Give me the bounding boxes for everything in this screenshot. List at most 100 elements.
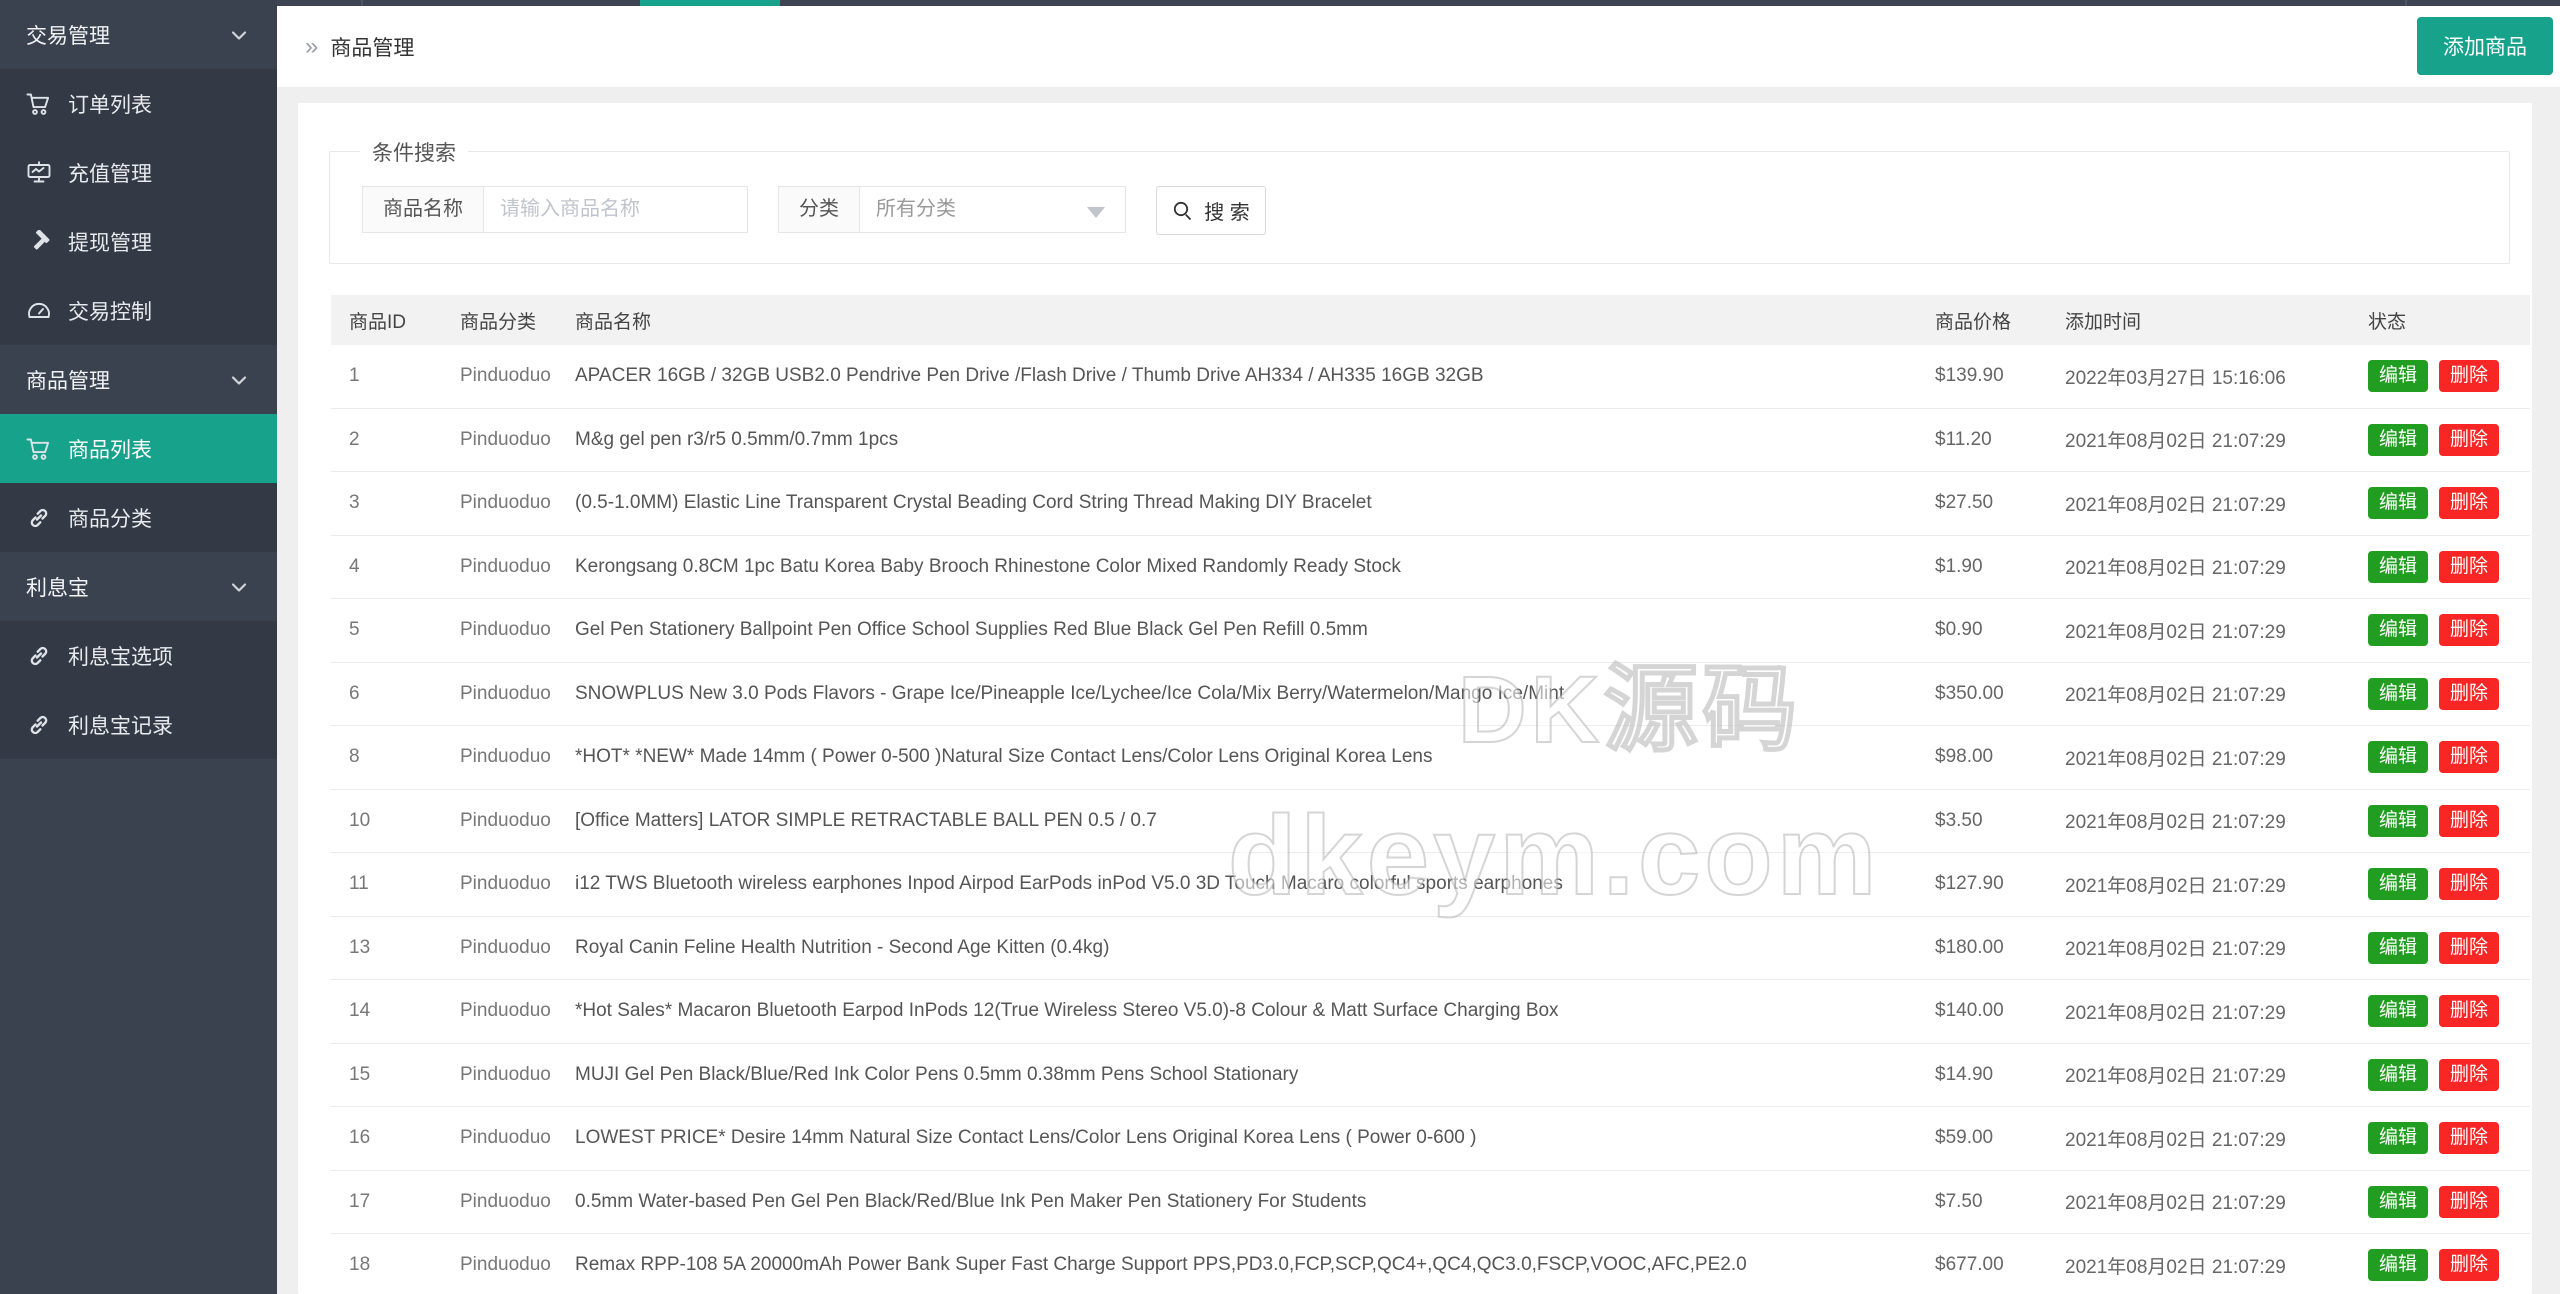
edit-button[interactable]: 编辑 [2368,1186,2428,1218]
edit-button[interactable]: 编辑 [2368,868,2428,900]
cell-product-id: 5 [331,619,442,641]
delete-button[interactable]: 删除 [2439,551,2499,583]
delete-button[interactable]: 删除 [2439,614,2499,646]
edit-button[interactable]: 编辑 [2368,360,2428,392]
cell-name: Gel Pen Stationery Ballpoint Pen Office … [557,619,1917,641]
search-fieldset: 条件搜索 商品名称 分类 所有分类 搜 索 [329,151,2510,264]
cell-time: 2021年08月02日 21:07:29 [2047,807,2352,834]
delete-button[interactable]: 删除 [2439,805,2499,837]
filter-row: 商品名称 分类 所有分类 搜 索 [362,186,1266,235]
cell-category: Pinduoduo [442,810,557,832]
edit-button[interactable]: 编辑 [2368,995,2428,1027]
category-select[interactable]: 所有分类 [860,186,1126,233]
cell-name: *HOT* *NEW* Made 14mm ( Power 0-500 )Nat… [557,746,1917,768]
cell-category: Pinduoduo [442,365,557,387]
table-header-row: 商品ID 商品分类 商品名称 商品价格 添加时间 状态 [331,295,2530,345]
cell-actions: 编辑 删除 [2352,487,2530,519]
delete-button[interactable]: 删除 [2439,678,2499,710]
cell-product-id: 15 [331,1064,442,1086]
cell-category: Pinduoduo [442,1254,557,1276]
edit-button[interactable]: 编辑 [2368,805,2428,837]
sidebar-item-3[interactable]: 提现管理 [0,207,277,276]
sidebar-item-label: 提现管理 [68,227,152,257]
col-header-product-id: 商品ID [331,307,442,334]
sidebar-item-6[interactable]: 商品列表 [0,414,277,483]
cell-name: Kerongsang 0.8CM 1pc Batu Korea Baby Bro… [557,556,1917,578]
app-window: 交易管理订单列表充值管理提现管理交易控制商品管理商品列表商品分类利息宝利息宝选项… [0,0,2560,1294]
delete-button[interactable]: 删除 [2439,741,2499,773]
search-button-label: 搜 索 [1204,196,1250,225]
delete-button[interactable]: 删除 [2439,424,2499,456]
sidebar-item-9[interactable]: 利息宝选项 [0,621,277,690]
sidebar-group-0[interactable]: 交易管理 [0,0,277,69]
cell-time: 2021年08月02日 21:07:29 [2047,744,2352,771]
sidebar-item-10[interactable]: 利息宝记录 [0,690,277,759]
delete-button[interactable]: 删除 [2439,1059,2499,1091]
search-button[interactable]: 搜 索 [1156,186,1266,235]
sidebar-item-2[interactable]: 充值管理 [0,138,277,207]
cell-time: 2022年03月27日 15:16:06 [2047,363,2352,390]
cell-name: i12 TWS Bluetooth wireless earphones Inp… [557,873,1917,895]
cell-product-id: 1 [331,365,442,387]
cell-actions: 编辑 删除 [2352,805,2530,837]
product-name-input[interactable] [484,186,748,233]
delete-button[interactable]: 删除 [2439,487,2499,519]
table-row: 1 Pinduoduo APACER 16GB / 32GB USB2.0 Pe… [331,345,2530,409]
cart-icon [26,92,52,116]
cell-actions: 编辑 删除 [2352,360,2530,392]
edit-button[interactable]: 编辑 [2368,932,2428,964]
cell-price: $14.90 [1917,1064,2047,1086]
sidebar-item-7[interactable]: 商品分类 [0,483,277,552]
edit-button[interactable]: 编辑 [2368,1249,2428,1281]
breadcrumb: » 商品管理 [305,6,414,87]
delete-button[interactable]: 删除 [2439,1249,2499,1281]
cell-price: $350.00 [1917,683,2047,705]
cell-actions: 编辑 删除 [2352,678,2530,710]
delete-button[interactable]: 删除 [2439,932,2499,964]
delete-button[interactable]: 删除 [2439,868,2499,900]
table-body: 1 Pinduoduo APACER 16GB / 32GB USB2.0 Pe… [331,345,2530,1294]
edit-button[interactable]: 编辑 [2368,487,2428,519]
table-row: 2 Pinduoduo M&g gel pen r3/r5 0.5mm/0.7m… [331,409,2530,473]
cell-name: APACER 16GB / 32GB USB2.0 Pendrive Pen D… [557,365,1917,387]
edit-button[interactable]: 编辑 [2368,1059,2428,1091]
sidebar-item-label: 充值管理 [68,158,152,188]
cell-name: SNOWPLUS New 3.0 Pods Flavors - Grape Ic… [557,683,1917,705]
edit-button[interactable]: 编辑 [2368,741,2428,773]
delete-button[interactable]: 删除 [2439,1122,2499,1154]
edit-button[interactable]: 编辑 [2368,1122,2428,1154]
cell-price: $3.50 [1917,810,2047,832]
cell-time: 2021年08月02日 21:07:29 [2047,426,2352,453]
cell-price: $98.00 [1917,746,2047,768]
sidebar-item-label: 商品列表 [68,434,152,464]
chevron-down-icon [227,368,251,392]
delete-button[interactable]: 删除 [2439,1186,2499,1218]
edit-button[interactable]: 编辑 [2368,424,2428,456]
cell-name: Royal Canin Feline Health Nutrition - Se… [557,937,1917,959]
table-row: 6 Pinduoduo SNOWPLUS New 3.0 Pods Flavor… [331,663,2530,727]
cell-actions: 编辑 删除 [2352,1122,2530,1154]
cell-name: *Hot Sales* Macaron Bluetooth Earpod InP… [557,1000,1917,1022]
edit-button[interactable]: 编辑 [2368,614,2428,646]
delete-button[interactable]: 删除 [2439,360,2499,392]
edit-button[interactable]: 编辑 [2368,551,2428,583]
cell-price: $59.00 [1917,1127,2047,1149]
cell-actions: 编辑 删除 [2352,1186,2530,1218]
cell-price: $180.00 [1917,937,2047,959]
cell-category: Pinduoduo [442,619,557,641]
sidebar-group-5[interactable]: 商品管理 [0,345,277,414]
cell-price: $139.90 [1917,365,2047,387]
sidebar-item-label: 利息宝选项 [68,641,173,671]
edit-button[interactable]: 编辑 [2368,678,2428,710]
cell-price: $0.90 [1917,619,2047,641]
cell-time: 2021年08月02日 21:07:29 [2047,617,2352,644]
chevron-down-icon [227,23,251,47]
sidebar-item-1[interactable]: 订单列表 [0,69,277,138]
cell-price: $7.50 [1917,1191,2047,1213]
sidebar-item-4[interactable]: 交易控制 [0,276,277,345]
cell-category: Pinduoduo [442,1191,557,1213]
cell-time: 2021年08月02日 21:07:29 [2047,871,2352,898]
sidebar-group-8[interactable]: 利息宝 [0,552,277,621]
delete-button[interactable]: 删除 [2439,995,2499,1027]
add-product-button[interactable]: 添加商品 [2417,17,2553,75]
